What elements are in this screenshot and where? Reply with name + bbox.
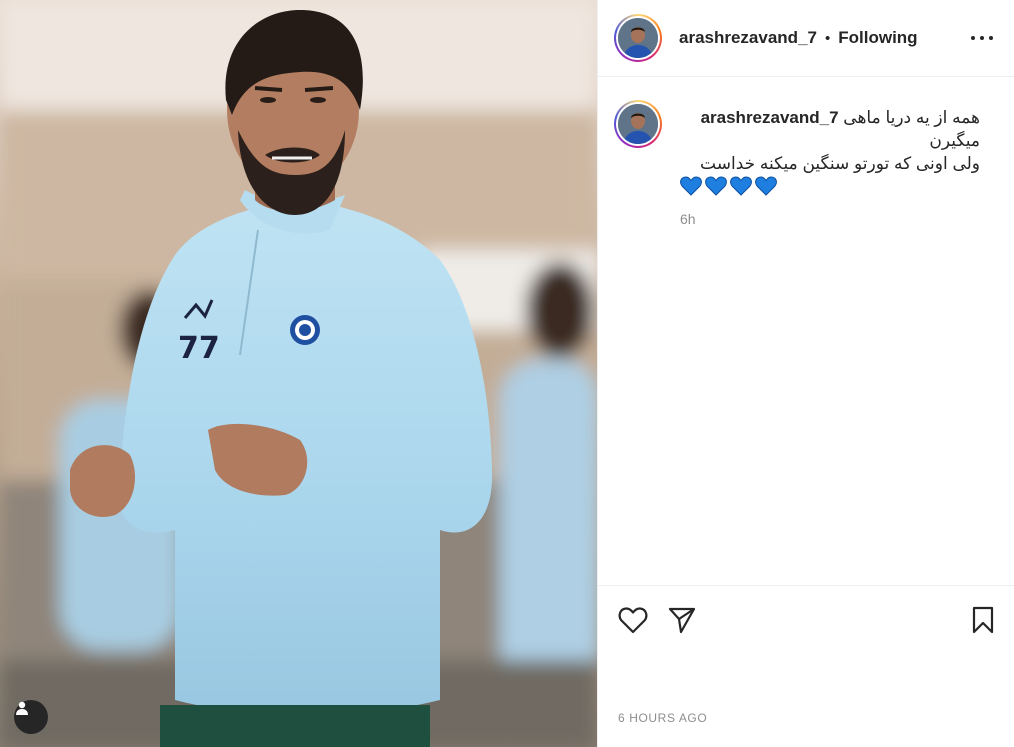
blue-heart-icon [680,176,702,196]
paper-plane-icon [668,607,696,634]
more-horizontal-icon [971,36,975,40]
caption-body: همه از یه دریا ماهی arashrezavand_7 میگی… [680,106,980,227]
caption-hearts [680,176,980,196]
avatar-graphic [618,18,658,58]
blue-heart-icon [730,176,752,196]
svg-text:77: 77 [178,331,220,366]
more-dot [980,36,984,40]
following-button[interactable]: Following [838,28,917,48]
post-photo[interactable]: 77 [0,0,597,747]
caption-username-link[interactable]: arashrezavand_7 [701,108,839,127]
heart-outline-icon [618,607,648,634]
avatar-inner [616,16,660,60]
header-username-link[interactable]: arashrezavand_7 [679,28,817,48]
avatar-image [618,104,658,144]
caption-line-2: میگیرن [929,131,980,150]
author-avatar[interactable] [614,14,662,62]
blue-heart-icon [755,176,777,196]
caption-author-avatar[interactable] [614,100,662,148]
avatar-graphic [618,104,658,144]
like-button[interactable] [618,606,648,639]
post-actions [598,585,1014,651]
avatar-image [618,18,658,58]
caption-text: همه از یه دریا ماهی arashrezavand_7 میگی… [680,106,980,175]
share-button[interactable] [668,606,696,639]
post-timestamp[interactable]: 6 HOURS AGO [618,711,707,725]
bookmark-icon [972,606,994,634]
save-button[interactable] [971,606,995,639]
header-separator: • [824,29,831,47]
post-photo-graphic: 77 [0,0,597,747]
post-details-panel: arashrezavand_7 • Following همه از یه در… [597,0,1014,747]
caption-line-1: همه از یه دریا ماهی arashrezavand_7 [680,106,980,129]
blue-heart-icon [705,176,727,196]
user-tag-icon [16,701,28,715]
user-tags-button[interactable] [14,700,48,734]
caption-age[interactable]: 6h [680,211,980,227]
more-dot [989,36,993,40]
more-options-button[interactable] [971,27,993,49]
caption-line-3: ولی اونی که تورتو سنگین میکنه خداست [700,154,980,173]
avatar-inner [616,102,660,146]
caption-line-1-text: همه از یه دریا ماهی [843,108,980,127]
post-header: arashrezavand_7 • Following [598,0,1014,77]
